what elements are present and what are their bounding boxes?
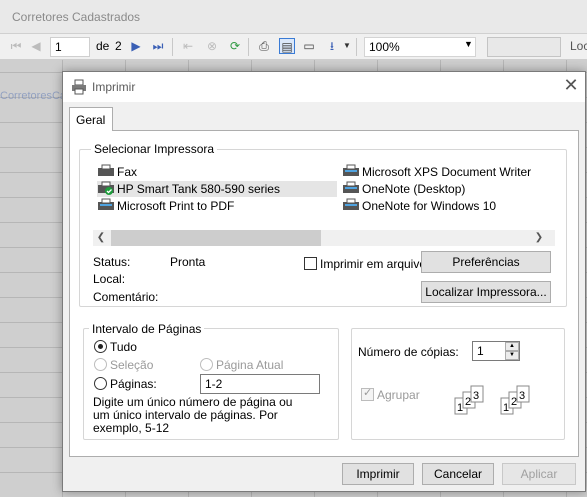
toolbar-divider [356, 38, 357, 56]
current-page-radio[interactable] [200, 358, 213, 371]
svg-text:3: 3 [519, 390, 525, 402]
svg-text:2: 2 [511, 396, 517, 408]
comment-label: Comentário: [93, 290, 159, 304]
app-title: Corretores Cadastrados [12, 10, 141, 24]
scrollbar-thumb[interactable] [111, 230, 321, 246]
pages-radio[interactable] [94, 377, 107, 390]
printer-item[interactable]: Microsoft Print to PDF [97, 198, 234, 214]
svg-text:1: 1 [503, 402, 509, 414]
export-dropdown-icon[interactable]: ▼ [339, 38, 355, 54]
dialog-titlebar [63, 72, 585, 102]
preferences-button[interactable]: Preferências [421, 251, 551, 273]
previous-page-icon[interactable]: ◀ [28, 38, 44, 54]
printer-name: OneNote for Windows 10 [362, 199, 497, 213]
printer-item[interactable]: Fax [97, 164, 137, 180]
dialog-title: Imprimir [92, 80, 136, 94]
toolbar-divider [248, 38, 249, 56]
print-to-file-checkbox[interactable] [304, 257, 317, 270]
copies-label: Número de cópias: [358, 345, 459, 359]
location-label: Local: [93, 272, 126, 286]
scroll-left-icon[interactable]: ❮ [93, 230, 109, 246]
page-range-legend: Intervalo de Páginas [89, 322, 205, 336]
printer-icon [98, 198, 114, 210]
printer-name: Fax [117, 165, 138, 179]
find-label: Loc [570, 39, 587, 53]
print-button[interactable]: Imprimir [342, 463, 414, 485]
export-icon[interactable]: ⭳ [324, 38, 340, 54]
spin-down-icon[interactable]: ▼ [505, 351, 519, 360]
print-dialog: Imprimir ✕ Geral Selecionar Impressora F… [62, 71, 586, 492]
default-printer-icon [98, 181, 114, 195]
svg-text:3: 3 [473, 390, 479, 402]
last-page-icon[interactable]: ⏭ [150, 38, 166, 54]
print-layout-icon[interactable]: ▤ [279, 38, 295, 54]
all-pages-label[interactable]: Tudo [110, 340, 137, 354]
cancel-button[interactable]: Cancelar [422, 463, 494, 485]
printer-icon [343, 198, 359, 210]
apply-button[interactable]: Aplicar [502, 463, 576, 485]
page-setup-icon[interactable]: ▭ [301, 38, 317, 54]
copies-spinner[interactable]: ▲ ▼ [505, 342, 519, 360]
page-of-label: de [96, 39, 110, 53]
selection-radio[interactable] [94, 358, 107, 371]
print-to-file-label[interactable]: Imprimir em arquivo [320, 257, 426, 271]
current-page-label[interactable]: Página Atual [216, 358, 283, 372]
printer-name: Microsoft Print to PDF [117, 199, 235, 213]
printer-name: Microsoft XPS Document Writer [362, 165, 532, 179]
status-label: Status: [93, 255, 131, 269]
printer-item[interactable]: Microsoft XPS Document Writer [342, 164, 531, 180]
print-icon[interactable]: ⎙ [256, 38, 272, 54]
next-page-icon[interactable]: ▶ [128, 38, 144, 54]
spin-up-icon[interactable]: ▲ [505, 342, 519, 351]
svg-text:2: 2 [465, 396, 471, 408]
svg-text:1: 1 [457, 402, 463, 414]
collate-checkbox[interactable] [361, 386, 374, 401]
report-heading: CorretoresCa [0, 90, 67, 102]
status-value: Pronta [170, 255, 206, 269]
tab-general[interactable]: Geral [69, 107, 113, 131]
page-number-input[interactable]: 1 [50, 37, 90, 57]
fax-icon [98, 164, 114, 176]
first-page-icon[interactable]: ⏮ [8, 38, 24, 54]
printer-icon [72, 79, 86, 95]
stop-icon[interactable]: ⊗ [204, 38, 220, 54]
page-range-hint: Digite um único número de página ou um ú… [93, 395, 293, 435]
find-printer-button[interactable]: Localizar Impressora... [421, 281, 551, 303]
toolbar-divider [172, 38, 173, 56]
find-text-input[interactable] [487, 37, 561, 57]
close-icon[interactable]: ✕ [560, 76, 582, 96]
page-total: 2 [115, 39, 122, 53]
select-printer-legend: Selecionar Impressora [91, 142, 218, 156]
printer-icon [343, 164, 359, 176]
selection-label[interactable]: Seleção [110, 358, 153, 372]
zoom-select[interactable]: 100% [364, 37, 476, 57]
printer-name: OneNote (Desktop) [362, 182, 466, 196]
printer-item-selected[interactable]: HP Smart Tank 580-590 series [97, 181, 337, 197]
pages-label[interactable]: Páginas: [110, 377, 157, 391]
scroll-right-icon[interactable]: ❯ [531, 230, 547, 246]
zoom-dropdown-icon[interactable]: ▼ [464, 39, 473, 49]
collate-label[interactable]: Agrupar [377, 388, 420, 402]
printer-item[interactable]: OneNote (Desktop) [342, 181, 465, 197]
collate-pages-icon: 1 2 3 1 2 3 [454, 385, 530, 415]
printer-name: HP Smart Tank 580-590 series [117, 182, 280, 196]
all-pages-radio[interactable] [94, 340, 107, 353]
back-icon[interactable]: ⇤ [180, 38, 196, 54]
refresh-icon[interactable]: ⟳ [227, 38, 243, 54]
pages-input[interactable]: 1-2 [200, 374, 320, 394]
printer-item[interactable]: OneNote for Windows 10 [342, 198, 496, 214]
printer-icon [343, 181, 359, 193]
